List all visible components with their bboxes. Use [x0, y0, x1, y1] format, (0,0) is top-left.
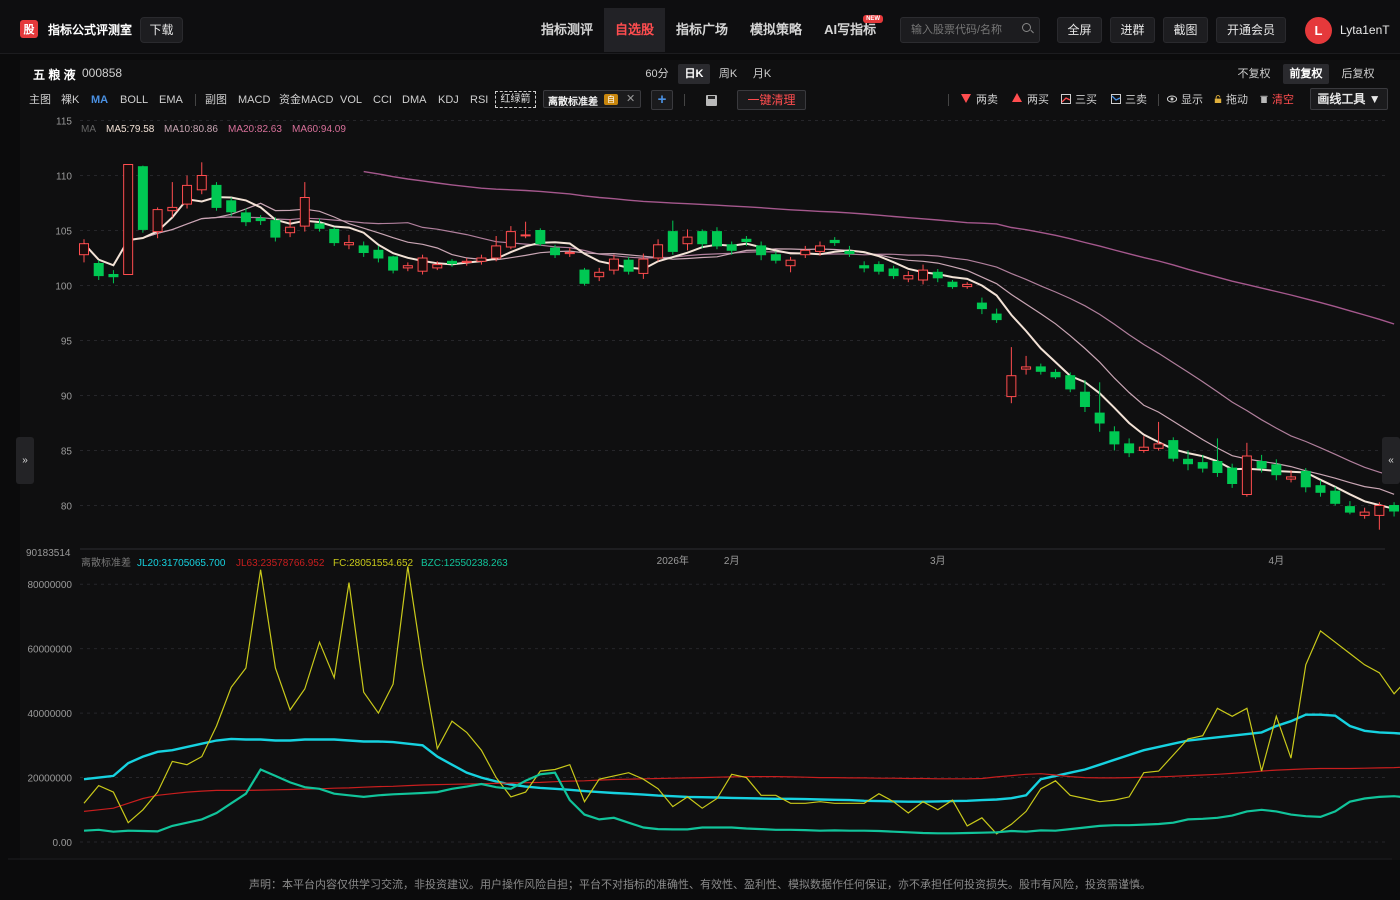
nav-item-indicator-plaza[interactable]: 指标广场: [665, 8, 739, 52]
indicator-macd[interactable]: MACD: [238, 93, 270, 107]
adjust-none[interactable]: 不复权: [1232, 64, 1276, 84]
sub-chart-label: 副图: [205, 94, 227, 106]
red-green-arrow-toggle[interactable]: 红绿箭: [495, 91, 536, 108]
avatar[interactable]: L: [1305, 17, 1332, 44]
app-root: 股 指标公式评测室 下载 指标测评 自选股 指标广场 模拟策略 AI写指标 NE…: [0, 0, 1400, 900]
nav-item-ai-indicator-label: AI写指标: [824, 22, 877, 37]
three-sell-label: 三卖: [1125, 94, 1147, 106]
bare-k-toggle[interactable]: 裸K: [61, 93, 79, 107]
show-toggle[interactable]: 显示: [1167, 93, 1203, 107]
toolbar-divider: [948, 94, 949, 106]
main-nav: 指标测评 自选股 指标广场 模拟策略 AI写指标 NEW: [530, 8, 889, 52]
nav-item-ai-indicator[interactable]: AI写指标 NEW: [813, 8, 889, 52]
two-buy-label: 两买: [1027, 94, 1049, 106]
indicator-kdj[interactable]: KDJ: [438, 93, 459, 107]
drawing-tools-dropdown[interactable]: 画线工具 ▼: [1310, 88, 1388, 110]
indicator-cci[interactable]: CCI: [373, 93, 392, 107]
brand[interactable]: 股 指标公式评测室: [20, 20, 132, 38]
expand-left-icon[interactable]: »: [16, 437, 34, 484]
sell-marker-icon: [961, 94, 971, 103]
clear-drawings-label: 清空: [1272, 94, 1294, 106]
period-monthly[interactable]: 月K: [746, 64, 778, 84]
indicator-dma[interactable]: DMA: [402, 93, 426, 107]
active-indicator-chip[interactable]: 离散标准差 自 ✕: [543, 90, 641, 108]
three-sell-icon: [1111, 94, 1121, 104]
stock-name: 五 粮 液: [33, 68, 76, 82]
main-chart-label: 主图: [29, 94, 51, 106]
custom-indicator-tag: 自: [604, 94, 618, 105]
toolbar-divider: [1158, 94, 1159, 106]
period-60min[interactable]: 60分: [641, 64, 673, 84]
drag-lock-toggle[interactable]: 拖动: [1214, 93, 1248, 107]
toolbar-divider: [195, 94, 196, 106]
indicator-fund-macd[interactable]: 资金MACD: [279, 93, 333, 107]
toolbar-divider: [684, 94, 685, 106]
save-icon[interactable]: [706, 95, 717, 106]
two-buy-tool[interactable]: 两买: [1012, 93, 1049, 107]
drag-label: 拖动: [1226, 94, 1248, 106]
brand-logo-icon: 股: [20, 20, 38, 38]
stock-code: 000858: [82, 66, 123, 80]
overlay-ma[interactable]: MA: [91, 93, 108, 107]
stock-search-box: [900, 17, 1040, 43]
nav-item-watchlist[interactable]: 自选股: [604, 8, 666, 52]
stock-search-input[interactable]: [901, 18, 1016, 42]
clear-drawings-button[interactable]: 清空: [1260, 93, 1294, 107]
join-group-button[interactable]: 进群: [1110, 17, 1155, 43]
active-indicator-name: 离散标准差: [548, 97, 598, 108]
vip-membership-button[interactable]: 开通会员: [1216, 17, 1286, 43]
collapse-right-icon[interactable]: «: [1382, 437, 1400, 484]
fullscreen-button[interactable]: 全屏: [1057, 17, 1102, 43]
indicator-rsi[interactable]: RSI: [470, 93, 488, 107]
period-weekly[interactable]: 周K: [712, 64, 744, 84]
nav-item-indicator-review[interactable]: 指标测评: [530, 8, 604, 52]
three-buy-label: 三买: [1075, 94, 1097, 106]
two-sell-tool[interactable]: 两卖: [961, 93, 998, 107]
close-icon[interactable]: ✕: [626, 93, 637, 105]
download-button[interactable]: 下载: [140, 17, 183, 43]
adjust-backward[interactable]: 后复权: [1336, 64, 1380, 84]
nav-item-simulated-strategy[interactable]: 模拟策略: [739, 8, 813, 52]
three-sell-tool[interactable]: 三卖: [1111, 93, 1147, 107]
trash-icon: [1260, 95, 1268, 103]
one-click-clear-button[interactable]: 一键清理: [737, 90, 806, 110]
eye-icon: [1167, 95, 1177, 103]
adjust-forward[interactable]: 前复权: [1283, 64, 1329, 84]
buy-marker-icon: [1012, 93, 1022, 102]
top-navigation-bar: 股 指标公式评测室 下载 指标测评 自选股 指标广场 模拟策略 AI写指标 NE…: [0, 0, 1400, 54]
indicator-vol[interactable]: VOL: [340, 93, 362, 107]
period-daily[interactable]: 日K: [678, 64, 710, 84]
overlay-boll[interactable]: BOLL: [120, 93, 148, 107]
two-sell-label: 两卖: [976, 94, 998, 106]
disclaimer-text: 声明：本平台内容仅供学习交流，非投资建议。用户操作风险自担；平台不对指标的准确性…: [249, 879, 1151, 891]
new-badge: NEW: [863, 15, 884, 23]
three-buy-tool[interactable]: 三买: [1061, 93, 1097, 107]
add-indicator-button[interactable]: +: [651, 90, 673, 110]
screenshot-button[interactable]: 截图: [1163, 17, 1208, 43]
username[interactable]: Lyta1enT: [1340, 23, 1390, 37]
chart-panel: [20, 60, 1400, 860]
overlay-ema[interactable]: EMA: [159, 93, 183, 107]
show-label: 显示: [1181, 94, 1203, 106]
brand-name: 指标公式评测室: [48, 22, 133, 37]
three-buy-icon: [1061, 94, 1071, 104]
lock-icon: [1214, 95, 1222, 103]
search-icon[interactable]: [1022, 23, 1031, 32]
